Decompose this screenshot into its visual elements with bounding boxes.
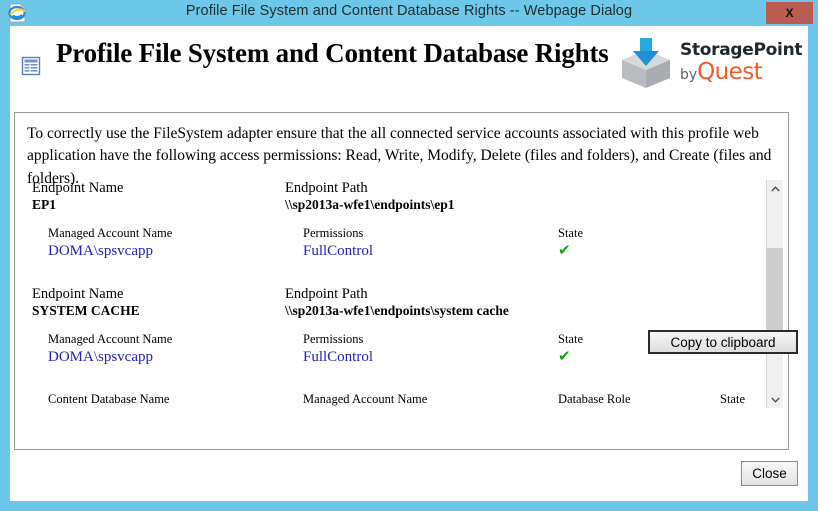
endpoint-name-value: SYSTEM CACHE [32, 303, 140, 319]
spacer [20, 214, 764, 226]
state-label: State [558, 226, 583, 241]
spacer [20, 380, 764, 392]
endpoint-path-value: \\sp2013a-wfe1\endpoints\ep1 [285, 197, 455, 213]
endpoint-header-row: Endpoint Name Endpoint Path [20, 286, 764, 303]
state-label: State [558, 332, 583, 347]
logo-product-name: StoragePoint [680, 42, 802, 59]
endpoint-path-value: \\sp2013a-wfe1\endpoints\system cache [285, 303, 509, 319]
endpoint-group: Endpoint Name Endpoint Path SYSTEM CACHE… [20, 286, 764, 366]
state-check-icon: ✔ [558, 243, 571, 258]
endpoint-value-row: SYSTEM CACHE \\sp2013a-wfe1\endpoints\sy… [20, 303, 764, 320]
logo-byline: byQuest [680, 61, 802, 84]
close-button[interactable]: Close [741, 461, 798, 486]
title-bar: Profile File System and Content Database… [0, 0, 818, 26]
endpoint-path-label: Endpoint Path [285, 180, 368, 197]
report-content: Endpoint Name Endpoint Path EP1 \\sp2013… [20, 180, 764, 408]
titlebar-close-button[interactable]: X [766, 2, 813, 24]
copy-to-clipboard-button[interactable]: Copy to clipboard [648, 330, 798, 354]
endpoint-group: Endpoint Name Endpoint Path EP1 \\sp2013… [20, 180, 764, 260]
scrollbar-thumb[interactable] [767, 248, 783, 336]
endpoint-name-value: EP1 [32, 197, 56, 213]
content-database-name-label: Content Database Name [48, 392, 169, 407]
state-label: State [720, 392, 745, 407]
permissions-label: Permissions [303, 226, 363, 241]
content-panel: To correctly use the FileSystem adapter … [14, 112, 789, 450]
page-title: Profile File System and Content Database… [56, 38, 609, 69]
managed-account-label: Managed Account Name [303, 392, 427, 407]
report-vertical-scrollbar[interactable] [766, 180, 783, 408]
database-header-row: Content Database Name Managed Account Na… [20, 392, 764, 408]
state-check-icon: ✔ [558, 349, 571, 364]
managed-account-label: Managed Account Name [48, 332, 172, 347]
report-scroll-viewport[interactable]: Endpoint Name Endpoint Path EP1 \\sp2013… [20, 180, 781, 408]
endpoint-header-row: Endpoint Name Endpoint Path [20, 180, 764, 197]
dialog-body: Profile File System and Content Database… [10, 26, 808, 501]
storagepoint-logo-text: StoragePoint byQuest [680, 42, 802, 84]
content-database-group: Content Database Name Managed Account Na… [20, 392, 764, 408]
storagepoint-arrow-box-icon [618, 36, 674, 90]
endpoint-path-label: Endpoint Path [285, 286, 368, 303]
endpoint-value-row: EP1 \\sp2013a-wfe1\endpoints\ep1 [20, 197, 764, 214]
chevron-up-icon [771, 186, 780, 192]
scroll-down-button[interactable] [767, 391, 783, 408]
managed-account-value: DOMA\spsvcapp [48, 243, 153, 260]
endpoint-name-label: Endpoint Name [32, 286, 123, 303]
permissions-value: FullControl [303, 349, 373, 366]
permissions-value: FullControl [303, 243, 373, 260]
account-value-row: DOMA\spsvcapp FullControl ✔ [20, 243, 764, 260]
account-header-row: Managed Account Name Permissions State [20, 226, 764, 243]
managed-account-label: Managed Account Name [48, 226, 172, 241]
endpoint-name-label: Endpoint Name [32, 180, 123, 197]
storagepoint-logo: StoragePoint byQuest [618, 34, 796, 92]
window-title: Profile File System and Content Database… [0, 3, 818, 19]
managed-account-value: DOMA\spsvcapp [48, 349, 153, 366]
permissions-label: Permissions [303, 332, 363, 347]
scroll-up-button[interactable] [767, 180, 783, 197]
database-role-label: Database Role [558, 392, 631, 407]
webpage-dialog: Profile File System and Content Database… [0, 0, 818, 511]
report-grid-icon [21, 56, 41, 76]
spacer [20, 274, 764, 286]
logo-company-name: Quest [697, 59, 762, 85]
logo-by-word: by [680, 67, 697, 83]
page-header: Profile File System and Content Database… [10, 26, 808, 102]
chevron-down-icon [771, 397, 780, 403]
